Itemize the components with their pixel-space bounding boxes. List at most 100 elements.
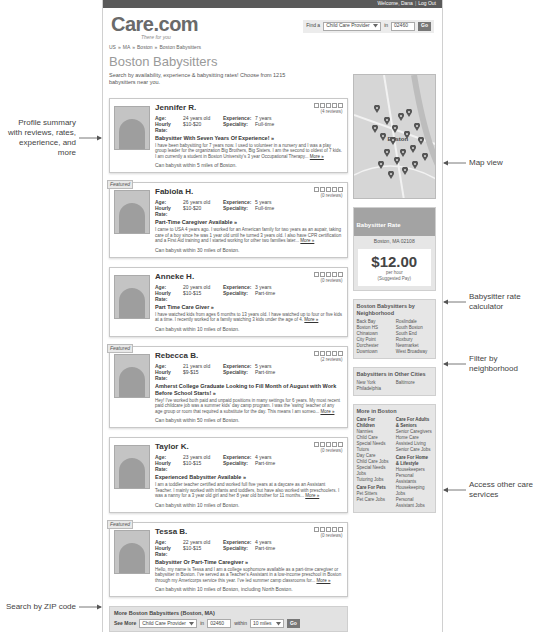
breadcrumb-item[interactable]: Boston Babysitters: [159, 44, 201, 50]
profile-name[interactable]: Fabiola H.: [155, 187, 193, 197]
map-pin-icon[interactable]: [412, 161, 418, 169]
map-pin-icon[interactable]: [418, 137, 424, 145]
profile-card[interactable]: Taylor K.(0 reviews)Age:23 years oldExpe…: [109, 437, 348, 513]
sidebar-link[interactable]: Special Needs Jobs: [357, 465, 393, 477]
sidebar-link[interactable]: Dorchester: [357, 343, 393, 349]
map-pin-icon[interactable]: [380, 133, 386, 141]
profile-card[interactable]: FeaturedTessa B.(0 reviews)Age:22 years …: [109, 522, 348, 598]
review-count[interactable]: (0 reviews): [321, 193, 343, 198]
more-link[interactable]: More »: [300, 238, 314, 243]
breadcrumb-item[interactable]: US: [109, 44, 116, 50]
profile-headline[interactable]: Babysitter Or Part-Time Caregiver »: [155, 559, 343, 566]
sidebar-link[interactable]: Pet Sitters: [357, 491, 393, 497]
map-pin-icon[interactable]: [374, 105, 380, 113]
sidebar-link[interactable]: Personal Assistants: [396, 473, 432, 485]
sidebar-link[interactable]: Tutoring Jobs: [357, 477, 393, 483]
map-pin-icon[interactable]: [400, 149, 406, 157]
map-pin-icon[interactable]: [406, 109, 412, 117]
map-pin-icon[interactable]: [388, 171, 394, 179]
sidebar-link[interactable]: Back Bay: [357, 319, 393, 325]
logo[interactable]: Care.comThere for you: [111, 14, 198, 40]
more-link[interactable]: More »: [310, 154, 324, 159]
sidebar-link[interactable]: Housekeepers: [396, 467, 432, 473]
map-pin-icon[interactable]: [404, 131, 410, 139]
map[interactable]: Boston: [353, 74, 436, 199]
profile-photo[interactable]: [114, 354, 150, 398]
logout-link[interactable]: Log Out: [418, 0, 436, 8]
review-count[interactable]: (0 reviews): [321, 533, 343, 538]
map-pin-icon[interactable]: [402, 167, 408, 175]
profile-photo[interactable]: [114, 106, 150, 150]
map-pin-icon[interactable]: [398, 113, 404, 121]
sidebar-link[interactable]: Personal Assistant Jobs: [396, 497, 432, 509]
profile-card[interactable]: FeaturedRebecca B.(2 reviews)Age:21 year…: [109, 346, 348, 429]
review-count[interactable]: (4 reviews): [321, 109, 343, 114]
go-button[interactable]: Go: [287, 619, 300, 628]
more-link[interactable]: More »: [320, 409, 334, 414]
sidebar-link[interactable]: West Broadway: [396, 349, 432, 355]
sidebar-link[interactable]: South Boston: [396, 325, 432, 331]
more-link[interactable]: More »: [304, 317, 318, 322]
sidebar-link[interactable]: Day Care: [357, 453, 393, 459]
sidebar-link[interactable]: Child Care: [357, 435, 393, 441]
map-pin-icon[interactable]: [414, 123, 420, 131]
map-pin-icon[interactable]: [422, 153, 428, 161]
map-pin-icon[interactable]: [394, 157, 400, 165]
profile-name[interactable]: Taylor K.: [155, 442, 189, 452]
breadcrumb-item[interactable]: MA: [123, 44, 131, 50]
more-link[interactable]: More »: [305, 493, 319, 498]
sidebar-link[interactable]: Pet Care Jobs: [357, 497, 393, 503]
sidebar-link[interactable]: Tutors: [357, 447, 393, 453]
profile-name[interactable]: Anneke H.: [155, 272, 194, 282]
profile-card[interactable]: Anneke H.(0 reviews)Age:20 years oldExpe…: [109, 267, 348, 337]
go-button[interactable]: Go: [418, 22, 431, 31]
care-type-select[interactable]: Child Care Provider: [323, 22, 381, 31]
profile-headline[interactable]: Part-Time Caregiver Available »: [155, 219, 343, 226]
profile-name[interactable]: Jennifer R.: [155, 103, 196, 113]
sidebar-link[interactable]: Newmarket: [396, 343, 432, 349]
radius-select[interactable]: 10 miles: [250, 619, 284, 628]
profile-headline[interactable]: Babysitter With Seven Years Of Experienc…: [155, 135, 343, 142]
map-pin-icon[interactable]: [378, 161, 384, 169]
sidebar-link[interactable]: South End: [396, 331, 432, 337]
review-count[interactable]: (2 reviews): [321, 357, 343, 362]
map-pin-icon[interactable]: [372, 125, 378, 133]
review-count[interactable]: (0 reviews): [321, 278, 343, 283]
profile-headline[interactable]: Experienced Babysitter Available »: [155, 474, 343, 481]
profile-name[interactable]: Tessa B.: [155, 527, 187, 537]
profile-card[interactable]: FeaturedFabiola H.(0 reviews)Age:26 year…: [109, 182, 348, 258]
profile-photo[interactable]: [114, 190, 150, 234]
zip-input[interactable]: 02460: [207, 619, 231, 628]
profile-name[interactable]: Rebecca B.: [155, 351, 198, 361]
sidebar-link[interactable]: Child Care Jobs: [357, 459, 393, 465]
breadcrumb-item[interactable]: Boston: [137, 44, 153, 50]
zip-input[interactable]: 02460: [391, 22, 415, 31]
map-pin-icon[interactable]: [410, 145, 416, 153]
care-type-select[interactable]: Child Care Provider: [139, 619, 197, 628]
sidebar-link[interactable]: Philadelphia: [357, 386, 393, 392]
sidebar-link[interactable]: New York: [357, 380, 393, 386]
sidebar-link[interactable]: Senior Caregivers: [396, 429, 432, 435]
profile-photo[interactable]: [114, 445, 150, 489]
profile-headline[interactable]: Part Time Care Giver »: [155, 304, 343, 311]
profile-photo[interactable]: [114, 530, 150, 574]
sidebar-link[interactable]: Baltimore: [396, 380, 432, 386]
sidebar-link[interactable]: Boston HS: [357, 325, 393, 331]
sidebar-link[interactable]: Roslindale: [396, 319, 432, 325]
sidebar-link[interactable]: Senior Care Jobs: [396, 447, 432, 453]
map-pin-icon[interactable]: [384, 149, 390, 157]
sidebar-link[interactable]: Housekeeping Jobs: [396, 485, 432, 497]
sidebar-link[interactable]: Nannies: [357, 429, 393, 435]
sidebar-link[interactable]: Downtown: [357, 349, 393, 355]
map-pin-icon[interactable]: [390, 137, 396, 145]
review-count[interactable]: (0 reviews): [321, 448, 343, 453]
more-link[interactable]: More »: [316, 578, 330, 583]
sidebar-link[interactable]: City Point: [357, 337, 393, 343]
sidebar-link[interactable]: Roxbury: [396, 337, 432, 343]
sidebar-link[interactable]: Assisted Living: [396, 441, 432, 447]
sidebar-link[interactable]: Chinatown: [357, 331, 393, 337]
sidebar-link[interactable]: Home Care: [396, 435, 432, 441]
profile-headline[interactable]: Amherst College Graduate Looking to Fill…: [155, 383, 343, 397]
profile-photo[interactable]: [114, 275, 150, 319]
map-pin-icon[interactable]: [384, 117, 390, 125]
